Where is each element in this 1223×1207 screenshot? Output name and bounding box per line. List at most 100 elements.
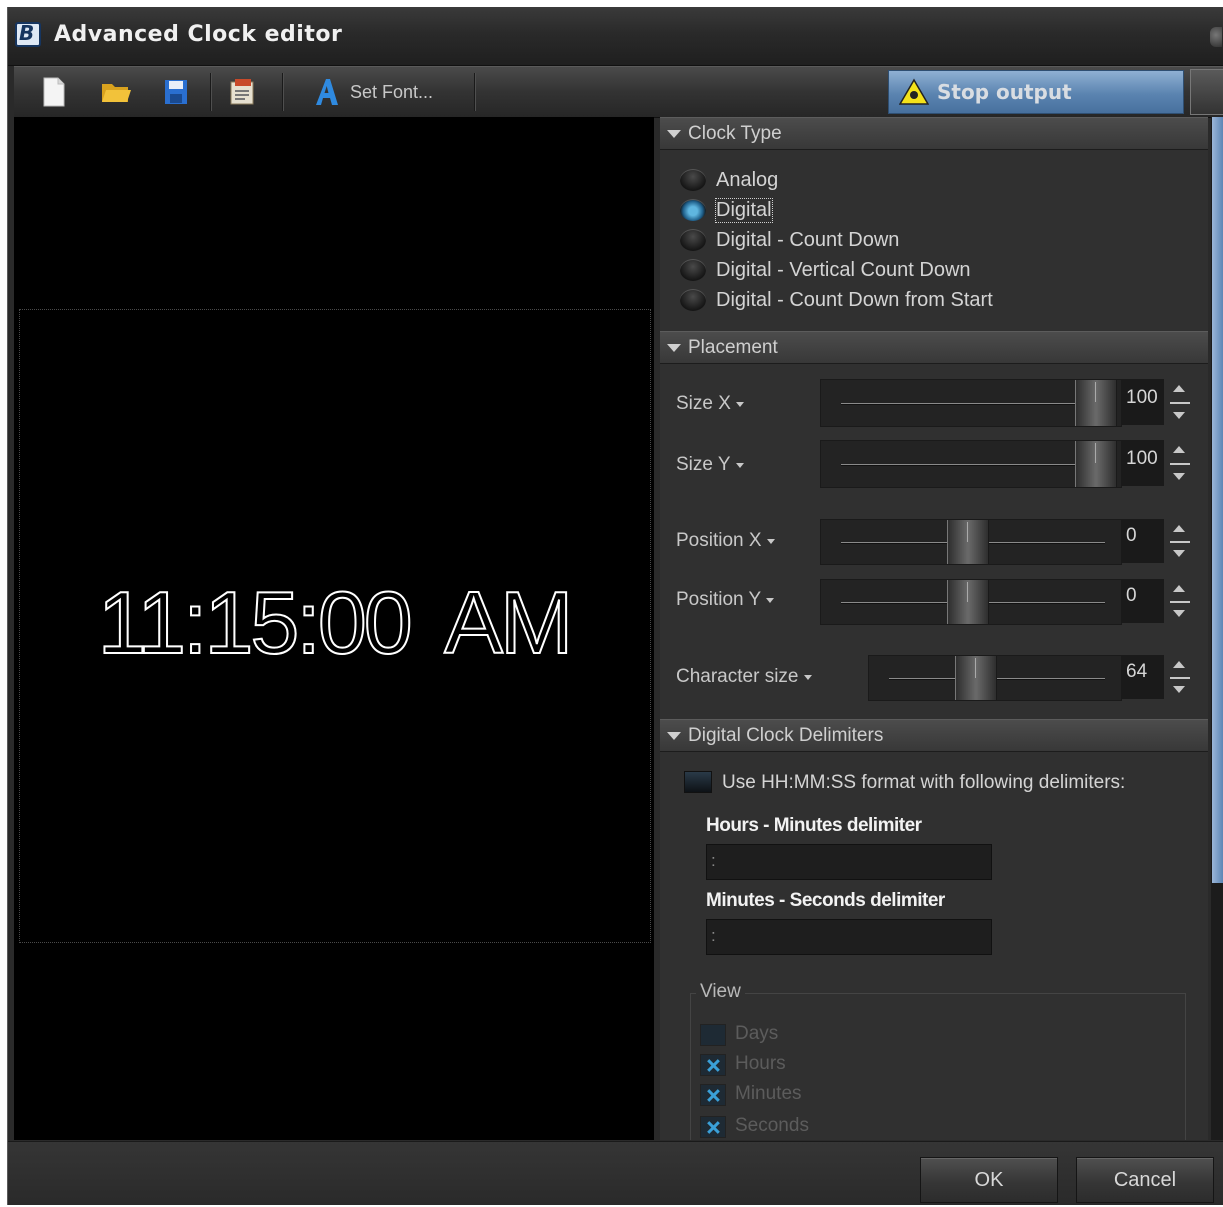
size-y-spinner[interactable] — [1166, 440, 1194, 486]
radio-digital[interactable]: Digital — [680, 195, 773, 225]
seconds-label: Seconds — [735, 1115, 809, 1136]
slider-thumb[interactable] — [1075, 380, 1117, 426]
radio-label: Digital - Count Down from Start — [716, 288, 993, 311]
character-size-slider[interactable] — [868, 655, 1122, 701]
slider-track — [841, 464, 1105, 465]
slider-track — [889, 678, 1105, 679]
toolbar-separator — [210, 73, 212, 111]
character-size-spinner[interactable] — [1166, 655, 1194, 699]
size-x-spinner[interactable] — [1166, 379, 1194, 425]
open-button[interactable] — [100, 75, 132, 109]
spin-down-icon[interactable] — [1173, 686, 1185, 693]
minutes-seconds-label: Minutes - Seconds delimiter — [706, 890, 945, 911]
collapse-arrow-icon — [667, 130, 681, 138]
position-x-slider[interactable] — [820, 519, 1122, 565]
spin-up-icon[interactable] — [1173, 661, 1185, 668]
radio-button[interactable] — [680, 229, 706, 251]
position-x-spinner[interactable] — [1166, 519, 1194, 563]
slider-track — [841, 403, 1105, 404]
use-format-label: Use HH:MM:SS format with following delim… — [722, 772, 1126, 793]
slider-thumb[interactable] — [1075, 441, 1117, 487]
set-font-label: Set Font... — [350, 81, 434, 102]
title-bar[interactable]: B Advanced Clock editor — [8, 7, 1223, 66]
position-y-spinner[interactable] — [1166, 579, 1194, 623]
size-x-label[interactable]: Size X — [676, 393, 744, 415]
radio-analog[interactable]: Analog — [680, 165, 778, 195]
dropdown-arrow-icon — [766, 597, 775, 603]
character-size-value[interactable]: 64 — [1122, 655, 1164, 699]
dropdown-arrow-icon — [766, 538, 775, 544]
section-title: Placement — [688, 337, 778, 358]
save-disk-icon — [165, 80, 187, 104]
radio-button[interactable] — [680, 169, 706, 191]
view-legend: View — [696, 981, 745, 1003]
dropdown-arrow-icon — [735, 401, 744, 407]
section-clock-type-header[interactable]: Clock Type — [660, 117, 1208, 150]
dropdown-arrow-icon — [803, 674, 812, 680]
clock-preview-area[interactable]: 11:15:00 AM — [14, 117, 654, 1140]
hours-minutes-input[interactable]: : — [706, 844, 992, 880]
size-y-slider[interactable] — [820, 440, 1122, 488]
stop-output-button[interactable]: Stop output — [888, 70, 1184, 114]
hours-checkbox[interactable] — [700, 1054, 726, 1076]
use-format-checkbox[interactable] — [684, 771, 712, 793]
spin-up-icon[interactable] — [1173, 385, 1185, 392]
spin-down-icon[interactable] — [1173, 610, 1185, 617]
window-title: Advanced Clock editor — [54, 22, 343, 47]
hours-label: Hours — [735, 1053, 786, 1074]
cancel-button[interactable]: Cancel — [1076, 1157, 1214, 1203]
position-y-value[interactable]: 0 — [1122, 579, 1164, 623]
minutes-label: Minutes — [735, 1083, 802, 1104]
toolbar-separator — [282, 73, 284, 111]
position-x-label[interactable]: Position X — [676, 530, 775, 552]
dialog-button-bar: OK Cancel — [8, 1141, 1223, 1205]
radio-digital-count-down-from-start[interactable]: Digital - Count Down from Start — [680, 285, 993, 315]
scrollbar-thumb[interactable] — [1212, 117, 1223, 883]
position-y-label[interactable]: Position Y — [676, 589, 775, 611]
spin-down-icon[interactable] — [1173, 550, 1185, 557]
character-size-label[interactable]: Character size — [676, 666, 812, 688]
minutes-seconds-input[interactable]: : — [706, 919, 992, 955]
window-control-icon[interactable] — [1210, 27, 1222, 47]
days-checkbox[interactable] — [700, 1024, 726, 1046]
section-placement-header[interactable]: Placement — [660, 331, 1208, 364]
section-delimiters-header[interactable]: Digital Clock Delimiters — [660, 719, 1208, 752]
spin-up-icon[interactable] — [1173, 525, 1185, 532]
size-y-label[interactable]: Size Y — [676, 454, 744, 476]
advanced-clock-editor-window: B Advanced Clock editor Set Font... Stop… — [7, 7, 1223, 1205]
save-button[interactable] — [162, 75, 190, 109]
collapse-arrow-icon — [667, 732, 681, 740]
output-toggle-button[interactable] — [1190, 69, 1223, 115]
spin-up-icon[interactable] — [1173, 446, 1185, 453]
panel-scrollbar[interactable] — [1211, 117, 1223, 1140]
seconds-checkbox[interactable] — [700, 1116, 726, 1138]
position-y-slider[interactable] — [820, 579, 1122, 625]
section-title: Digital Clock Delimiters — [688, 725, 884, 746]
slider-thumb[interactable] — [955, 656, 997, 700]
hours-minutes-label: Hours - Minutes delimiter — [706, 815, 922, 836]
size-x-value[interactable]: 100 — [1122, 379, 1164, 425]
spin-down-icon[interactable] — [1173, 412, 1185, 419]
ok-button[interactable]: OK — [920, 1157, 1058, 1203]
size-x-slider[interactable] — [820, 379, 1122, 427]
size-y-value[interactable]: 100 — [1122, 440, 1164, 486]
warning-triangle-icon — [899, 78, 929, 105]
position-x-value[interactable]: 0 — [1122, 519, 1164, 563]
clipboard-icon — [230, 79, 254, 105]
toolbar-separator — [474, 73, 476, 111]
spin-down-icon[interactable] — [1173, 473, 1185, 480]
collapse-arrow-icon — [667, 344, 681, 352]
radio-digital-vertical-count-down[interactable]: Digital - Vertical Count Down — [680, 255, 971, 285]
slider-thumb[interactable] — [947, 580, 989, 624]
radio-button[interactable] — [680, 289, 706, 311]
font-a-icon — [316, 79, 338, 105]
radio-button[interactable] — [680, 259, 706, 281]
radio-button[interactable] — [680, 199, 706, 221]
properties-button[interactable] — [226, 75, 258, 109]
radio-digital-count-down[interactable]: Digital - Count Down — [680, 225, 899, 255]
set-font-button[interactable]: Set Font... — [314, 75, 433, 109]
new-button[interactable] — [40, 75, 68, 109]
slider-thumb[interactable] — [947, 520, 989, 564]
minutes-checkbox[interactable] — [700, 1084, 726, 1106]
spin-up-icon[interactable] — [1173, 585, 1185, 592]
